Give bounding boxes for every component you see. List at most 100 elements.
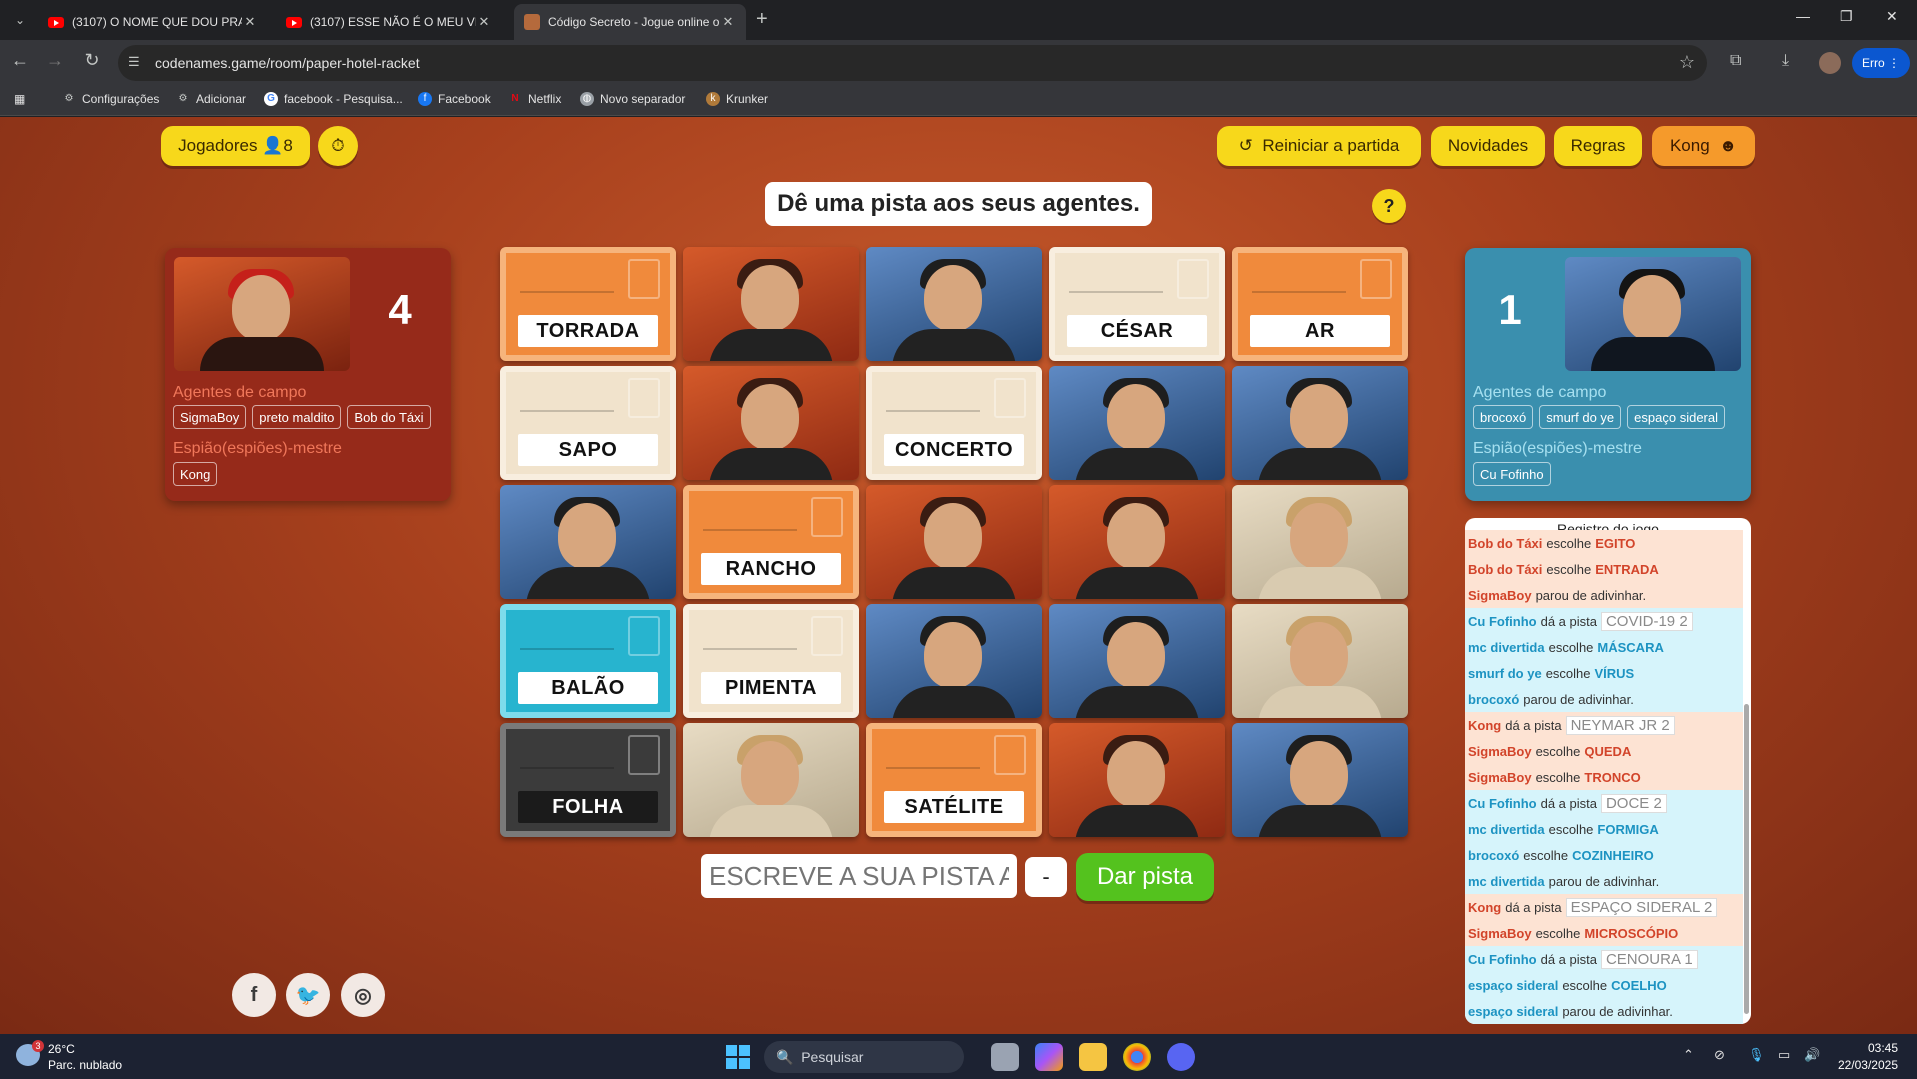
agent-card-neutral[interactable] (683, 723, 859, 837)
agent-card-red[interactable] (683, 366, 859, 480)
log-player: Kong (1468, 717, 1502, 733)
word-card[interactable]: CÉSAR (1049, 247, 1225, 361)
microphone-icon[interactable]: 🎙 (1748, 1047, 1765, 1063)
close-icon[interactable]: ✕ (476, 14, 492, 30)
log-scrollbar[interactable] (1744, 704, 1749, 1014)
user-menu-button[interactable]: Kong ☻ (1652, 126, 1755, 166)
tab-codenames[interactable]: Código Secreto - Jogue online o ✕ (514, 4, 746, 40)
tray-chevron-icon[interactable]: ⌃ (1683, 1047, 1694, 1063)
bookmark-star-icon[interactable]: ☆ (1679, 52, 1695, 73)
log-player: Kong (1468, 899, 1502, 915)
log-action: escolhe (1545, 665, 1591, 681)
player-chip[interactable]: Kong (173, 462, 218, 486)
rules-button[interactable]: Regras (1554, 126, 1642, 166)
player-chip[interactable]: smurf do ye (1539, 405, 1622, 429)
word-card[interactable]: AR (1232, 247, 1408, 361)
word-card[interactable]: CONCERTO (866, 366, 1042, 480)
display-icon[interactable]: ▭ (1778, 1047, 1790, 1063)
tab-youtube-2[interactable]: (3107) ESSE NÃO É O MEU VIZI ✕ (276, 4, 502, 40)
task-view-icon[interactable] (991, 1043, 1019, 1071)
clock-time[interactable]: 03:45 (1838, 1041, 1898, 1055)
volume-icon[interactable]: 🔊 (1804, 1047, 1820, 1063)
agent-card-blue[interactable] (1049, 366, 1225, 480)
close-icon[interactable]: ✕ (242, 14, 258, 30)
tab-search-icon[interactable]: ⌄ (8, 8, 32, 32)
apps-grid-icon[interactable]: ▦ (14, 92, 25, 106)
profile-avatar[interactable] (1819, 52, 1841, 74)
chrome-icon[interactable] (1123, 1043, 1151, 1071)
bookmark-settings[interactable]: ⚙ Configurações (62, 92, 160, 106)
agent-card-red[interactable] (683, 247, 859, 361)
address-bar[interactable]: ☰ codenames.game/room/paper-hotel-racket… (118, 45, 1707, 81)
twitter-icon[interactable]: 🐦 (286, 973, 330, 1017)
news-button[interactable]: Novidades (1431, 126, 1545, 166)
word-card[interactable]: SAPO (500, 366, 676, 480)
agent-body (526, 567, 650, 599)
bookmark-new-tab[interactable]: ◍ Novo separador (580, 92, 685, 106)
bookmark-add[interactable]: ⚙ Adicionar (176, 92, 247, 106)
player-chip[interactable]: preto maldito (252, 405, 342, 429)
reset-game-button[interactable]: ↺ Reiniciar a partida (1217, 126, 1421, 166)
profile-error-button[interactable]: Erro ⋮ (1852, 48, 1910, 78)
copilot-icon[interactable] (1035, 1043, 1063, 1071)
minimize-icon[interactable]: — (1796, 8, 1810, 24)
windows-start-icon[interactable] (726, 1045, 750, 1069)
agent-card-blue[interactable] (866, 604, 1042, 718)
window-close-icon[interactable]: ✕ (1886, 8, 1898, 25)
agent-face (1290, 741, 1348, 807)
extensions-icon[interactable]: ⧉ (1730, 52, 1741, 70)
facebook-icon[interactable]: f (232, 973, 276, 1017)
agent-card-blue[interactable] (500, 485, 676, 599)
players-button[interactable]: Jogadores 👤 8 (161, 126, 310, 166)
tab-youtube-1[interactable]: (3107) O NOME QUE DOU PRA ✕ (38, 4, 268, 40)
timer-button[interactable]: ⏱ (318, 126, 358, 166)
taskbar-search[interactable]: 🔍 Pesquisar (764, 1041, 964, 1073)
word-card[interactable]: TORRADA (500, 247, 676, 361)
help-button[interactable]: ? (1372, 189, 1406, 223)
instagram-icon[interactable]: ◎ (341, 973, 385, 1017)
player-chip[interactable]: espaço sideral (1627, 405, 1725, 429)
player-chip[interactable]: Bob do Táxi (347, 405, 431, 429)
agent-card-blue[interactable] (1049, 604, 1225, 718)
file-explorer-icon[interactable] (1079, 1043, 1107, 1071)
site-info-icon[interactable]: ☰ (128, 54, 140, 70)
discord-icon[interactable] (1167, 1043, 1195, 1071)
log-action: parou de adivinhar. (1535, 587, 1647, 603)
agent-silhouette-icon (628, 378, 660, 418)
clue-count-select[interactable]: - (1025, 857, 1067, 897)
blue-spymasters-list: Cu Fofinho (1473, 462, 1551, 486)
download-icon[interactable]: ⤓ (1782, 52, 1789, 70)
word-card[interactable]: SATÉLITE (866, 723, 1042, 837)
agent-card-blue[interactable] (1232, 723, 1408, 837)
agent-card-neutral[interactable] (1232, 485, 1408, 599)
word-card[interactable]: RANCHO (683, 485, 859, 599)
agent-card-red[interactable] (1049, 723, 1225, 837)
bookmark-netflix[interactable]: N Netflix (508, 92, 561, 106)
close-icon[interactable]: ✕ (720, 14, 736, 30)
word-card[interactable]: FOLHA (500, 723, 676, 837)
back-icon[interactable]: ← (8, 50, 32, 71)
word-card[interactable]: PIMENTA (683, 604, 859, 718)
clock-date[interactable]: 22/03/2025 (1830, 1058, 1898, 1072)
new-tab-button[interactable]: + (756, 8, 768, 31)
agent-card-blue[interactable] (866, 247, 1042, 361)
agent-card-neutral[interactable] (1232, 604, 1408, 718)
clue-input[interactable] (701, 854, 1017, 898)
gear-icon: ⚙ (178, 93, 188, 104)
bookmark-facebook[interactable]: f Facebook (418, 92, 491, 106)
agent-card-red[interactable] (866, 485, 1042, 599)
network-off-icon[interactable]: ⊘ (1714, 1047, 1725, 1063)
reload-icon[interactable]: ↻ (80, 50, 104, 71)
give-clue-button[interactable]: Dar pista (1076, 853, 1214, 901)
player-chip[interactable]: SigmaBoy (173, 405, 247, 429)
agent-card-red[interactable] (1049, 485, 1225, 599)
agent-silhouette-icon (811, 497, 843, 537)
forward-icon[interactable]: → (43, 50, 67, 71)
restore-icon[interactable]: ❐ (1840, 8, 1853, 25)
word-card[interactable]: BALÃO (500, 604, 676, 718)
bookmark-facebook-search[interactable]: Gfacebook - Pesquisa... (264, 92, 403, 106)
bookmark-krunker[interactable]: k Krunker (706, 92, 768, 106)
player-chip[interactable]: brocoxó (1473, 405, 1534, 429)
player-chip[interactable]: Cu Fofinho (1473, 462, 1551, 486)
agent-card-blue[interactable] (1232, 366, 1408, 480)
